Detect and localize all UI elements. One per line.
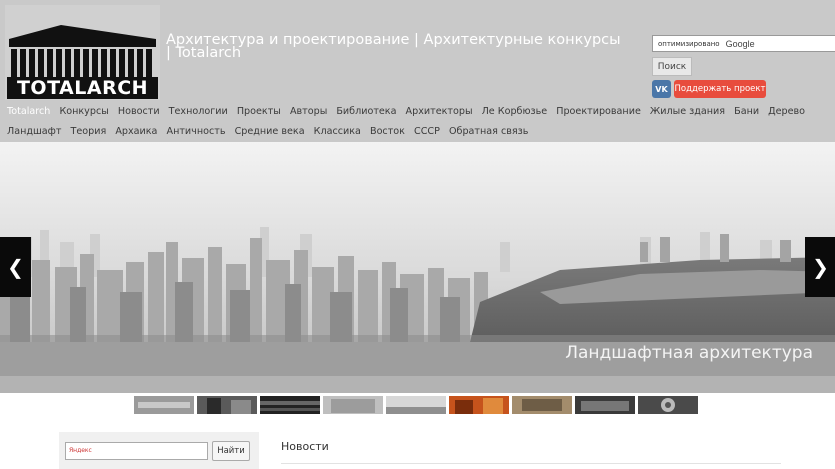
slider-thumbnail[interactable]	[512, 396, 572, 414]
site-title[interactable]: Архитектура и проектирование | Архитекту…	[166, 33, 626, 61]
nav-item-contests[interactable]: Конкурсы	[59, 106, 108, 117]
nav-item-architects[interactable]: Архитекторы	[406, 106, 473, 117]
nav-item-news[interactable]: Новости	[118, 106, 160, 117]
nav-item-projects[interactable]: Проекты	[237, 106, 281, 117]
site-header: TOTALARCH Архитектура и проектирование |…	[0, 0, 835, 142]
nav-item-totalarch[interactable]: Totalarch	[7, 106, 50, 117]
nav-item-feedback[interactable]: Обратная связь	[449, 126, 528, 137]
search-powered-by: оптимизировано	[658, 39, 720, 48]
slider-thumbnail[interactable]	[134, 396, 194, 414]
slider-thumbnail[interactable]	[638, 396, 698, 414]
main-nav-row-1: Totalarch Конкурсы Новости Технологии Пр…	[7, 106, 811, 117]
slider-thumbnail[interactable]	[197, 396, 257, 414]
site-logo[interactable]: TOTALARCH	[5, 5, 160, 100]
nav-item-antiquity[interactable]: Античность	[167, 126, 226, 137]
logo-text: TOTALARCH	[16, 77, 149, 99]
divider	[281, 463, 781, 464]
chevron-left-icon: ❮	[7, 255, 24, 279]
vk-icon[interactable]: VK	[652, 80, 671, 98]
yandex-search-input[interactable]: Яндекс	[65, 442, 208, 460]
nav-item-library[interactable]: Библиотека	[336, 106, 396, 117]
nav-item-authors[interactable]: Авторы	[290, 106, 327, 117]
nav-item-middle-ages[interactable]: Средние века	[235, 126, 305, 137]
nav-item-design[interactable]: Проектирование	[556, 106, 641, 117]
nav-item-le-corbusier[interactable]: Ле Корбюзье	[482, 106, 548, 117]
slider-thumbnail[interactable]	[386, 396, 446, 414]
google-label: Google	[725, 38, 755, 49]
chevron-right-icon: ❯	[812, 255, 829, 279]
nav-item-landscape[interactable]: Ландшафт	[7, 126, 61, 137]
slider-thumbnail[interactable]	[323, 396, 383, 414]
slider-thumbnail[interactable]	[260, 396, 320, 414]
slider-prev-button[interactable]: ❮	[0, 237, 31, 297]
support-project-button[interactable]: Поддержать проект	[674, 80, 766, 98]
nav-item-baths[interactable]: Бани	[734, 106, 759, 117]
slide-caption[interactable]: Ландшафтная архитектура	[565, 343, 813, 363]
nav-item-technologies[interactable]: Технологии	[169, 106, 228, 117]
nav-item-east[interactable]: Восток	[370, 126, 405, 137]
nav-item-residential[interactable]: Жилые здания	[650, 106, 725, 117]
google-search-input[interactable]: оптимизировано Google	[652, 35, 835, 52]
nav-item-classic[interactable]: Классика	[314, 126, 361, 137]
news-section-title: Новости	[281, 440, 329, 453]
slider-thumbnails	[134, 396, 698, 414]
yandex-search-button[interactable]: Найти	[212, 441, 250, 461]
slider-thumbnail[interactable]	[575, 396, 635, 414]
nav-item-ussr[interactable]: СССР	[414, 126, 440, 137]
slider-next-button[interactable]: ❯	[805, 237, 835, 297]
main-nav-row-2: Ландшафт Теория Архаика Античность Средн…	[7, 126, 534, 137]
nav-item-archaic[interactable]: Архаика	[115, 126, 157, 137]
nav-item-theory[interactable]: Теория	[71, 126, 107, 137]
slider-thumbnail[interactable]	[449, 396, 509, 414]
nav-item-wood[interactable]: Дерево	[768, 106, 805, 117]
search-button[interactable]: Поиск	[652, 57, 692, 76]
